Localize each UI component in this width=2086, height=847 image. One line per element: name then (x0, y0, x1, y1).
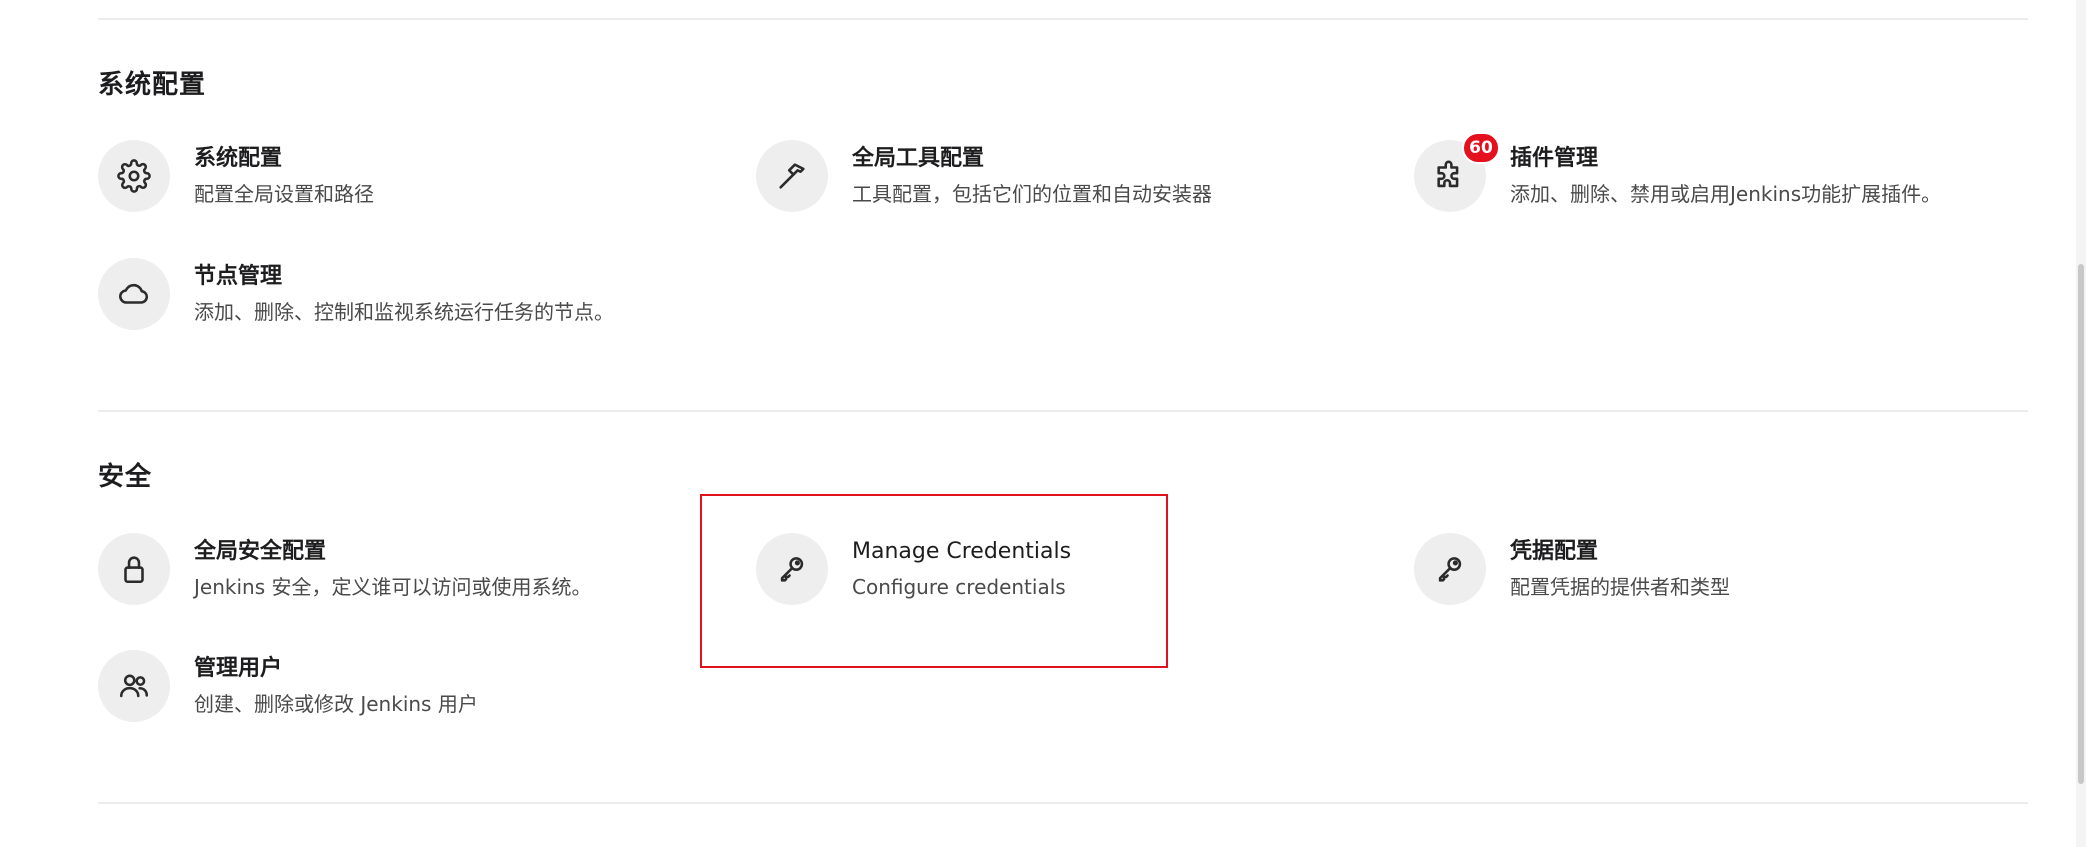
section-divider (98, 802, 2028, 804)
tile-title: 节点管理 (194, 264, 283, 289)
tile-description: Jenkins 安全，定义谁可以访问或使用系统。 (194, 575, 592, 599)
tile-title: 全局工具配置 (852, 146, 985, 171)
tile-title: 插件管理 (1510, 146, 1599, 171)
tile-description: 配置全局设置和路径 (194, 182, 374, 206)
tile-plugin-manager[interactable]: 60 插件管理 添加、删除、禁用或启用Jenkins功能扩展插件。 (1414, 132, 1942, 214)
key-icon (1414, 533, 1486, 605)
tile-description: 添加、删除、禁用或启用Jenkins功能扩展插件。 (1510, 182, 1942, 206)
tile-description: 创建、删除或修改 Jenkins 用户 (194, 692, 478, 716)
tile-global-security[interactable]: 全局安全配置 Jenkins 安全，定义谁可以访问或使用系统。 (98, 531, 591, 607)
puzzle-icon: 60 (1414, 132, 1500, 212)
users-icon (98, 650, 170, 722)
tile-title: 全局安全配置 (194, 539, 327, 564)
tile-title: 管理用户 (194, 656, 283, 681)
cloud-icon (98, 258, 170, 330)
update-count-badge: 60 (1462, 132, 1500, 164)
tile-title: 凭据配置 (1510, 539, 1599, 564)
gear-icon (98, 140, 170, 212)
tile-description: 配置凭据的提供者和类型 (1510, 575, 1730, 599)
section-title-system: 系统配置 (98, 70, 207, 100)
hammer-icon (756, 140, 828, 212)
tile-global-tool-config[interactable]: 全局工具配置 工具配置，包括它们的位置和自动安装器 (756, 138, 1212, 214)
tile-system-config[interactable]: 系统配置 配置全局设置和路径 (98, 138, 374, 214)
tile-node-manager[interactable]: 节点管理 添加、删除、控制和监视系统运行任务的节点。 (98, 256, 614, 332)
section-title-security: 安全 (98, 462, 153, 492)
manage-jenkins-page: 系统配置 系统配置 配置全局设置和路径 全局工具配置 工具配置，包括它们的位置和… (0, 0, 2086, 847)
section-divider (98, 18, 2028, 20)
tile-description: 工具配置，包括它们的位置和自动安装器 (852, 182, 1212, 206)
section-divider (98, 410, 2028, 412)
tile-description: 添加、删除、控制和监视系统运行任务的节点。 (194, 300, 614, 324)
scrollbar-thumb[interactable] (2078, 264, 2084, 784)
tile-manage-users[interactable]: 管理用户 创建、删除或修改 Jenkins 用户 (98, 648, 478, 724)
tile-title: 系统配置 (194, 146, 283, 171)
highlight-frame (700, 494, 1168, 668)
lock-icon (98, 533, 170, 605)
tile-credentials-config[interactable]: 凭据配置 配置凭据的提供者和类型 (1414, 531, 1730, 607)
